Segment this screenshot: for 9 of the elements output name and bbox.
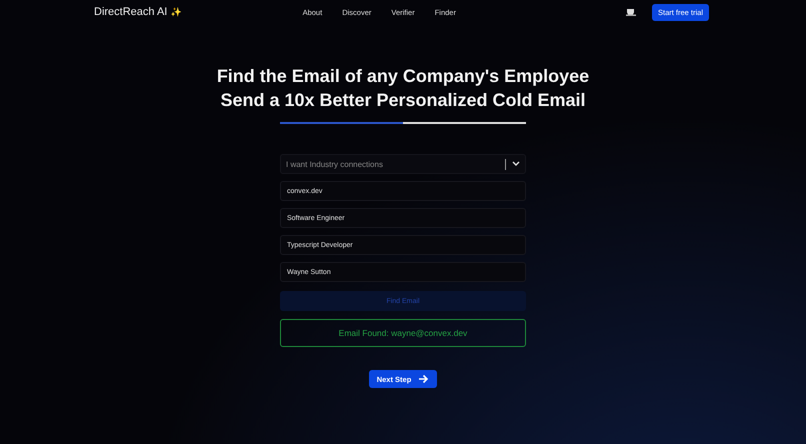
brand-name[interactable]: DirectReach AI xyxy=(94,6,168,18)
sparkle-mark: ✨ xyxy=(170,7,182,17)
result-message: Email Found: wayne@convex.dev xyxy=(280,319,526,347)
headline: Send a 10x Better Personalized Cold Email xyxy=(220,89,586,112)
arrow-right-icon xyxy=(418,374,430,384)
chevron-down-icon xyxy=(512,161,520,167)
goal-dropdown[interactable]: I want Industry connections xyxy=(280,154,526,174)
cup-icon[interactable] xyxy=(626,8,636,16)
headline: Find the Email of any Company's Employee xyxy=(216,65,590,88)
